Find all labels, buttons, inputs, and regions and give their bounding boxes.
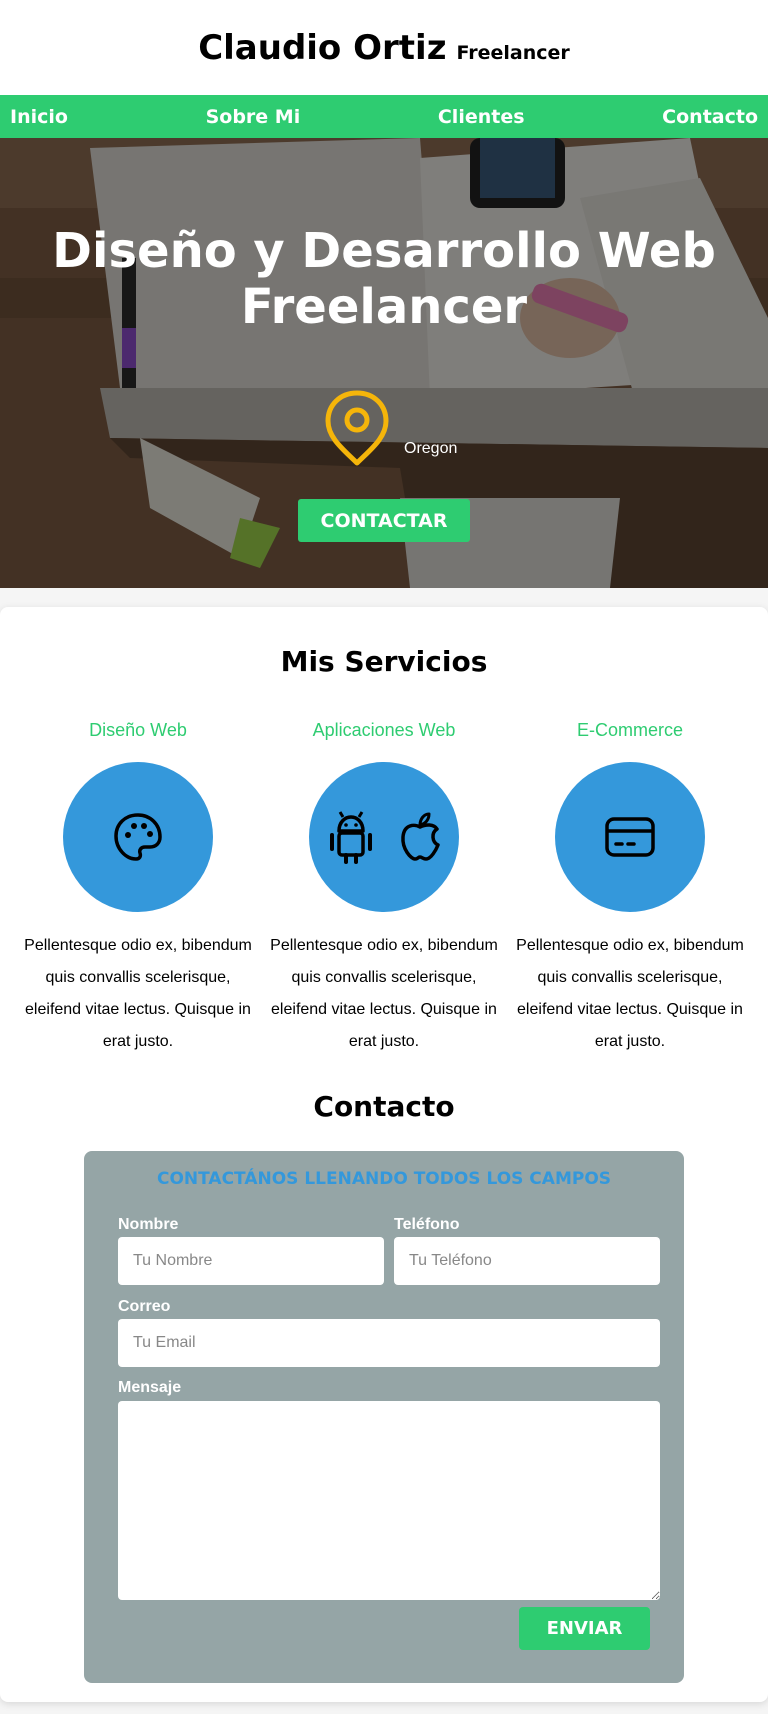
nav-item-inicio[interactable]: Inicio xyxy=(10,106,68,128)
message-field[interactable] xyxy=(118,1401,660,1600)
service-title: Aplicaciones Web xyxy=(312,720,456,740)
contact-form: CONTACTÁNOS LLENANDO TODOS LOS CAMPOS No… xyxy=(84,1151,684,1683)
service-description: Pellentesque odio ex, bibendum quis conv… xyxy=(270,937,498,1050)
form-heading: CONTACTÁNOS LLENANDO TODOS LOS CAMPOS xyxy=(156,1169,612,1189)
credit-card-icon xyxy=(605,817,655,857)
main-nav: Inicio Sobre Mi Clientes Contacto xyxy=(0,95,768,138)
email-field[interactable] xyxy=(118,1319,660,1367)
nav-item-contacto[interactable]: Contacto xyxy=(662,106,758,128)
service-icon-circle xyxy=(309,762,459,912)
service-icon-circle xyxy=(63,762,213,912)
brand-name: Claudio Ortiz xyxy=(198,27,447,68)
location-text: Oregon xyxy=(404,440,458,457)
nav-item-clientes[interactable]: Clientes xyxy=(438,106,525,128)
services-title: Mis Servicios xyxy=(280,645,488,678)
enviar-button[interactable]: ENVIAR xyxy=(519,1607,650,1650)
service-icon-circle xyxy=(555,762,705,912)
name-label: Nombre xyxy=(118,1216,179,1233)
hero-location: Oregon xyxy=(322,388,457,468)
service-title: E-Commerce xyxy=(576,720,683,740)
hero-section: Diseño y Desarrollo Web Freelancer Orego… xyxy=(0,138,768,588)
message-label: Mensaje xyxy=(118,1379,182,1396)
site-header: Claudio Ortiz Freelancer xyxy=(0,0,768,95)
brand-subtitle: Freelancer xyxy=(456,41,570,64)
apple-icon xyxy=(401,812,440,861)
service-diseno-web: Diseño Web Pellentesque odio ex, bibendu… xyxy=(15,720,261,1058)
phone-label: Teléfono xyxy=(394,1216,460,1233)
hero-title: Diseño y Desarrollo Web Freelancer xyxy=(52,223,716,335)
main-content-card: Mis Servicios Diseño Web Pellentesque od… xyxy=(0,607,768,1702)
service-description: Pellentesque odio ex, bibendum quis conv… xyxy=(516,937,744,1050)
service-description: Pellentesque odio ex, bibendum quis conv… xyxy=(24,937,252,1050)
phone-field[interactable] xyxy=(394,1237,660,1285)
email-label: Correo xyxy=(118,1298,171,1315)
nav-item-sobre-mi[interactable]: Sobre Mi xyxy=(206,106,301,128)
palette-icon xyxy=(114,813,162,861)
contactar-button[interactable]: CONTACTAR xyxy=(298,499,470,542)
service-aplicaciones-web: Aplicaciones Web Pellentesque odio ex, b… xyxy=(261,720,507,1058)
contact-title: Contacto xyxy=(313,1090,455,1123)
map-pin-icon xyxy=(325,390,389,466)
service-e-commerce: E-Commerce Pellentesque odio ex, bibendu… xyxy=(507,720,753,1058)
name-field[interactable] xyxy=(118,1237,384,1285)
android-icon xyxy=(330,811,372,864)
site-brand: Claudio Ortiz Freelancer xyxy=(198,28,570,68)
service-title: Diseño Web xyxy=(89,720,187,740)
